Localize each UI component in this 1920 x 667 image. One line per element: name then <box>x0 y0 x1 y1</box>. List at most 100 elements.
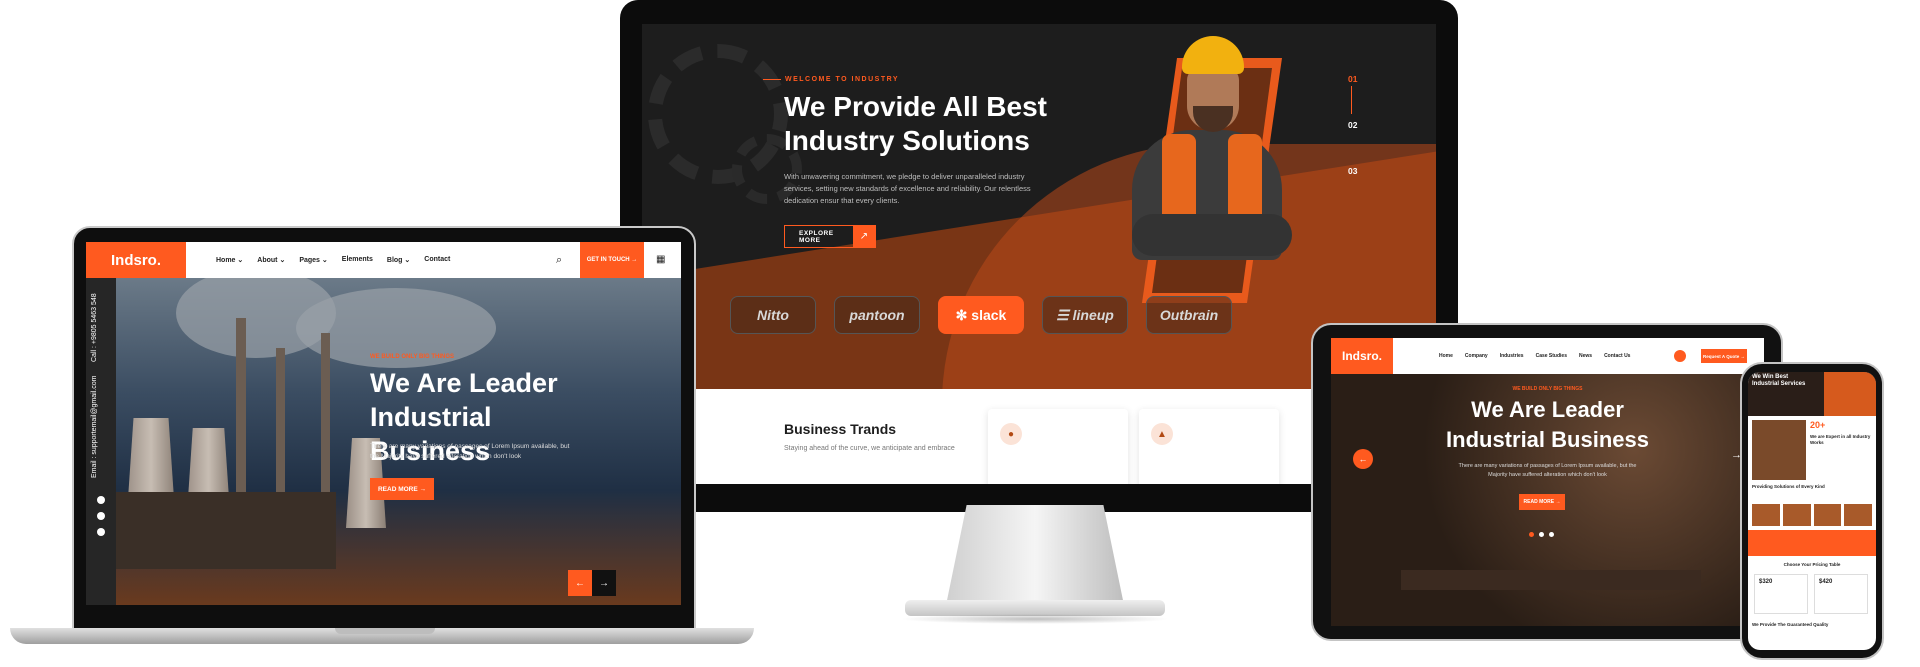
facebook-icon[interactable] <box>97 496 105 504</box>
email-address[interactable]: Email : supportemail@gmail.com <box>91 376 98 478</box>
nav-item-about[interactable]: About ⌄ <box>257 256 285 264</box>
brand-label: lineup <box>1072 307 1114 323</box>
nav-label: Pages <box>299 257 320 264</box>
hero-title-line: We Are Leader <box>370 368 558 398</box>
brand-logo-pantoon[interactable]: pantoon <box>834 296 920 334</box>
brand-logo-nitto[interactable]: Nitto <box>730 296 816 334</box>
nav-label: Home <box>216 257 236 264</box>
nav-item-elements[interactable]: Elements <box>342 256 373 264</box>
request-quote-button[interactable]: Request A Quote → <box>1701 349 1747 363</box>
nav-label: Blog <box>386 257 403 264</box>
nav-item-industries[interactable]: Industries <box>1500 353 1524 359</box>
arrow-left-icon: ← <box>575 577 585 589</box>
tablet-screen: Indsro. Home Company Industries Case Stu… <box>1331 338 1764 626</box>
pricing-card[interactable]: $320 <box>1754 574 1808 614</box>
section-description: Staying ahead of the curve, we anticipat… <box>784 445 955 452</box>
services-title: Providing Solutions of Every Kind <box>1752 484 1825 489</box>
nav-item-case-studies[interactable]: Case Studies <box>1536 353 1567 359</box>
pinterest-icon[interactable] <box>97 528 105 536</box>
price-value: $320 <box>1759 579 1773 585</box>
tablet-header: Indsro. Home Company Industries Case Stu… <box>1331 338 1764 374</box>
get-in-touch-button[interactable]: GET IN TOUCH → <box>580 242 644 278</box>
search-icon[interactable]: ⌕ <box>556 254 562 267</box>
slider-next-button[interactable]: → <box>592 570 616 596</box>
search-icon[interactable] <box>1674 350 1686 362</box>
hero-description: There are many variations of passages of… <box>1458 463 1637 478</box>
service-card[interactable] <box>1752 504 1780 526</box>
monitor-shadow <box>900 614 1170 624</box>
slide-number-2[interactable]: 02 <box>1348 120 1368 166</box>
section-title: Business Trands <box>784 421 897 437</box>
hero-title-line: Industrial Business <box>1446 427 1649 452</box>
phone-screen: We Win Best Industrial Services 20+ We a… <box>1748 372 1876 650</box>
grid-menu-icon[interactable]: ▦ <box>656 254 665 265</box>
contact-sidebar: Call : +9805 5463 548 Email : supportema… <box>86 278 116 605</box>
laptop-screen: Indsro. Home ⌄ About ⌄ Pages ⌄ Elements … <box>86 242 681 605</box>
read-more-button[interactable]: READ MORE → <box>1519 494 1565 510</box>
hero-title-line: We Are Leader <box>1471 397 1624 422</box>
arrow-right-icon: → <box>419 485 427 493</box>
service-card[interactable] <box>1844 504 1872 526</box>
slack-icon: ✻ <box>955 306 972 323</box>
slider-dot[interactable] <box>1539 532 1544 537</box>
image-strip <box>1401 570 1701 590</box>
phone-number[interactable]: Call : +9805 5463 548 <box>91 293 98 362</box>
explore-more-button[interactable]: EXPLORE MORE ↗ <box>784 225 876 248</box>
arrow-up-right-icon: ↗ <box>853 226 875 247</box>
brand-label: slack <box>971 307 1007 323</box>
stats-banner <box>1748 530 1876 556</box>
phone-hero-title: We Win Best Industrial Services <box>1752 374 1806 387</box>
hero-description: With unwavering commitment, we pledge to… <box>784 172 1031 205</box>
laptop-header: Indsro. Home ⌄ About ⌄ Pages ⌄ Elements … <box>86 242 681 278</box>
slide-number-3[interactable]: 03 <box>1348 166 1368 212</box>
worker-arms <box>1132 214 1292 256</box>
hero-title-line: Industry Solutions <box>784 125 1030 156</box>
main-nav: Home Company Industries Case Studies New… <box>1439 353 1630 359</box>
trend-card[interactable]: ● <box>988 409 1128 489</box>
brand-logo-outbrain[interactable]: Outbrain <box>1146 296 1232 334</box>
hero-subtitle: WELCOME TO INDUSTRY <box>785 76 900 83</box>
site-logo[interactable]: Indsro. <box>1331 338 1393 374</box>
slider-prev-button[interactable]: ← <box>1353 449 1373 469</box>
about-title: We are Expert in all Industry Works <box>1810 434 1871 445</box>
quality-title: We Provide The Guaranteed Quality <box>1752 622 1829 627</box>
arrow-right-icon: → <box>631 257 638 263</box>
slide-number-label: 02 <box>1348 120 1358 130</box>
slider-prev-button[interactable]: ← <box>568 570 592 596</box>
hard-hat <box>1182 36 1244 74</box>
nav-item-company[interactable]: Company <box>1465 353 1488 359</box>
button-label: READ MORE <box>377 485 418 493</box>
nav-item-news[interactable]: News <box>1579 353 1592 359</box>
nav-label: About <box>257 257 278 264</box>
chevron-down-icon: ⌄ <box>321 257 328 264</box>
trend-card[interactable]: ▲ <box>1139 409 1279 489</box>
nav-item-pages[interactable]: Pages ⌄ <box>299 256 327 264</box>
arrow-right-icon: → <box>599 577 609 589</box>
slide-number-label: 01 <box>1348 74 1358 84</box>
read-more-button[interactable]: READ MORE → <box>370 478 434 500</box>
slider-dot[interactable] <box>1529 532 1534 537</box>
hero-tag: WE BUILD ONLY BIG THINGS <box>370 354 455 360</box>
nav-item-contact[interactable]: Contact Us <box>1604 353 1630 359</box>
hero-tag: WE BUILD ONLY BIG THINGS <box>1512 386 1583 392</box>
brand-logo-lineup[interactable]: ☰ lineup <box>1042 296 1128 334</box>
explore-more-label: EXPLORE MORE <box>799 229 834 244</box>
pricing-card[interactable]: $420 <box>1814 574 1868 614</box>
services-images <box>1752 504 1872 526</box>
service-card[interactable] <box>1813 504 1842 526</box>
factory-buildings <box>116 492 336 569</box>
chevron-down-icon: ⌄ <box>404 257 411 264</box>
chevron-down-icon: ⌄ <box>279 257 286 264</box>
lineup-icon: ☰ <box>1056 306 1073 323</box>
brand-logo-slack[interactable]: ✻ slack <box>938 296 1024 334</box>
service-card[interactable] <box>1782 504 1811 526</box>
hero-description: There are many variations of passages of… <box>370 443 570 460</box>
nav-item-home[interactable]: Home ⌄ <box>216 256 243 264</box>
nav-item-home[interactable]: Home <box>1439 353 1453 359</box>
slider-dot[interactable] <box>1549 532 1554 537</box>
nav-item-contact[interactable]: Contact <box>424 256 450 264</box>
slide-number-1[interactable]: 01 <box>1348 74 1368 120</box>
instagram-icon[interactable] <box>97 512 105 520</box>
nav-item-blog[interactable]: Blog ⌄ <box>387 256 410 264</box>
site-logo[interactable]: Indsro. <box>86 242 186 278</box>
